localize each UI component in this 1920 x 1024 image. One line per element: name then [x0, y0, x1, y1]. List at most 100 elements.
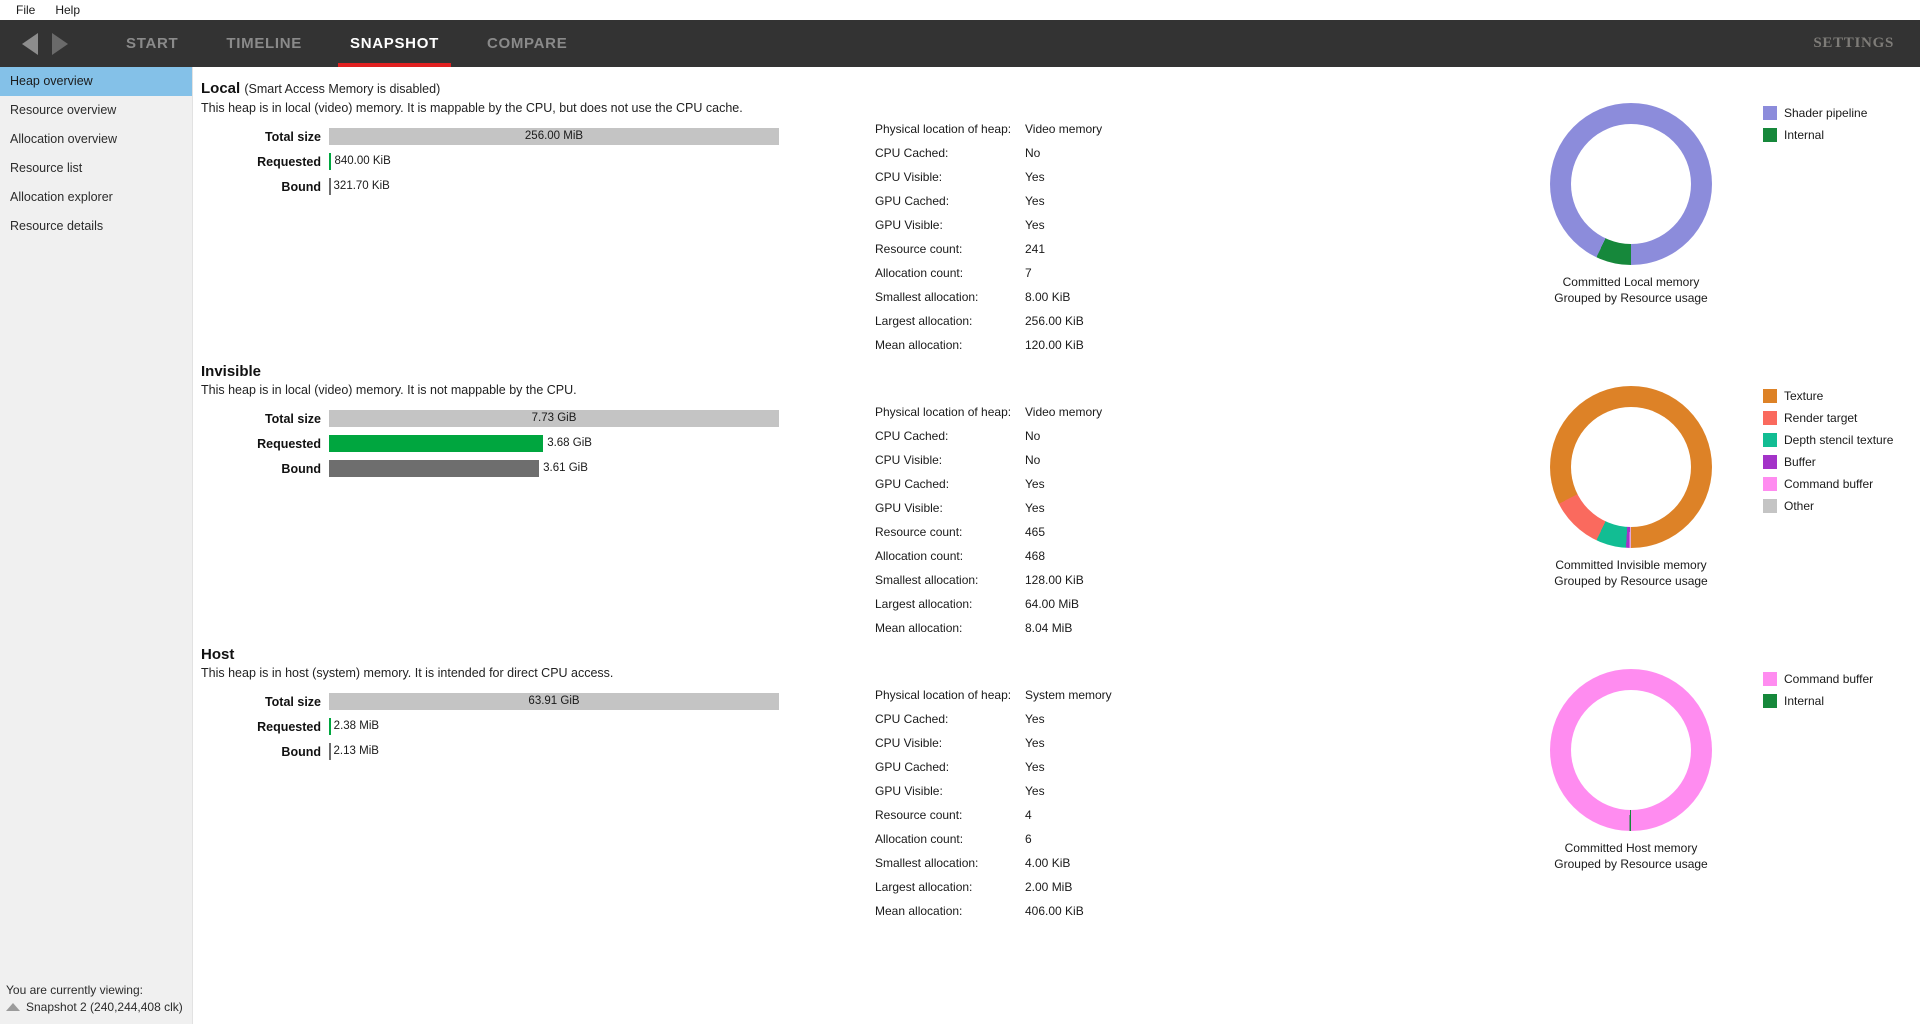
- bar-label-bound: Bound: [281, 461, 321, 476]
- property-value: System memory: [1025, 688, 1112, 702]
- property-row: GPU Cached: Yes: [875, 755, 1112, 779]
- legend-swatch-icon: [1763, 499, 1777, 513]
- bar-value-requested: 840.00 KiB: [334, 155, 391, 167]
- settings-button[interactable]: SETTINGS: [1813, 35, 1894, 52]
- bar-track-bound: 2.13 MiB: [329, 743, 779, 760]
- heap-local-summary: Local (Smart Access Memory is disabled) …: [201, 79, 821, 203]
- property-value: Yes: [1025, 194, 1045, 208]
- property-row: Allocation count: 468: [875, 544, 1102, 568]
- sidebar-footer: You are currently viewing: Snapshot 2 (2…: [0, 983, 191, 1024]
- property-row: Resource count: 465: [875, 520, 1102, 544]
- property-value: 8.04 MiB: [1025, 621, 1073, 635]
- sidebar-item-allocation-overview[interactable]: Allocation overview: [0, 125, 192, 154]
- heap-invisible-donut-chart: Committed Invisible memory Grouped by Re…: [1531, 386, 1731, 589]
- tab-snapshot[interactable]: SNAPSHOT: [326, 20, 463, 67]
- property-row: CPU Cached: Yes: [875, 707, 1112, 731]
- property-key: Physical location of heap:: [875, 122, 1012, 136]
- sidebar-list: Heap overview Resource overview Allocati…: [0, 67, 192, 241]
- legend-item: Command buffer: [1763, 668, 1873, 690]
- property-row: Largest allocation: 256.00 KiB: [875, 309, 1102, 333]
- donut-ring: [1550, 669, 1712, 831]
- property-key: Resource count:: [875, 242, 963, 256]
- legend-label: Shader pipeline: [1784, 106, 1868, 120]
- bar-value-bound: 3.61 GiB: [543, 462, 588, 474]
- heap-local-title-text: Local: [201, 80, 241, 97]
- property-row: Physical location of heap: Video memory: [875, 400, 1102, 424]
- property-row: GPU Cached: Yes: [875, 472, 1102, 496]
- heap-host-title: Host: [201, 645, 821, 664]
- bar-label-total: Total size: [264, 694, 321, 709]
- sidebar-item-allocation-explorer[interactable]: Allocation explorer: [0, 183, 192, 212]
- tab-compare[interactable]: COMPARE: [463, 20, 591, 67]
- top-navigation-bar: START TIMELINE SNAPSHOT COMPARE SETTINGS: [0, 20, 1920, 67]
- bar-track-requested: 3.68 GiB: [329, 435, 779, 452]
- main-tabs: START TIMELINE SNAPSHOT COMPARE: [102, 20, 591, 67]
- arrow-right-icon[interactable]: [52, 32, 68, 55]
- heap-host-summary: Host This heap is in host (system) memor…: [201, 645, 821, 768]
- heap-host-bar-bound: Bound 2.13 MiB: [201, 743, 821, 760]
- property-row: GPU Visible: Yes: [875, 779, 1112, 803]
- bar-fill-bound: [329, 460, 540, 477]
- tab-start[interactable]: START: [102, 20, 202, 67]
- legend-swatch-icon: [1763, 411, 1777, 425]
- property-key: Mean allocation:: [875, 904, 963, 918]
- legend-item: Shader pipeline: [1763, 102, 1867, 124]
- property-row: CPU Visible: Yes: [875, 731, 1112, 755]
- property-value: No: [1025, 146, 1041, 160]
- property-key: CPU Cached:: [875, 146, 949, 160]
- property-value: 406.00 KiB: [1025, 904, 1084, 918]
- heap-invisible-bar-total: Total size 7.73 GiB: [201, 410, 821, 427]
- sidebar-item-resource-list[interactable]: Resource list: [0, 154, 192, 183]
- property-value: Yes: [1025, 712, 1045, 726]
- property-value: Video memory: [1025, 405, 1103, 419]
- heap-host-title-text: Host: [201, 646, 235, 663]
- donut-caption: Committed Host memory Grouped by Resourc…: [1531, 840, 1731, 872]
- property-key: Smallest allocation:: [875, 856, 979, 870]
- tab-timeline[interactable]: TIMELINE: [202, 20, 326, 67]
- property-key: GPU Cached:: [875, 194, 950, 208]
- property-row: Allocation count: 6: [875, 827, 1112, 851]
- currently-viewing-label: You are currently viewing:: [6, 983, 143, 997]
- legend-label: Render target: [1784, 411, 1858, 425]
- bar-track-requested: 2.38 MiB: [329, 718, 779, 735]
- sidebar-item-heap-overview[interactable]: Heap overview: [0, 67, 192, 96]
- heap-invisible-description: This heap is in local (video) memory. It…: [201, 383, 577, 397]
- property-value: Yes: [1025, 170, 1045, 184]
- bar-label-bound: Bound: [281, 179, 321, 194]
- property-row: GPU Cached: Yes: [875, 189, 1102, 213]
- menu-item-file[interactable]: File: [6, 0, 45, 20]
- heap-local-bar-total: Total size 256.00 MiB: [201, 128, 821, 145]
- sidebar-item-resource-overview[interactable]: Resource overview: [0, 96, 192, 125]
- sidebar-item-resource-details[interactable]: Resource details: [0, 212, 192, 241]
- property-value: No: [1025, 453, 1041, 467]
- arrow-left-icon[interactable]: [22, 32, 38, 55]
- property-value: 4.00 KiB: [1025, 856, 1071, 870]
- menu-item-help[interactable]: Help: [45, 0, 90, 20]
- property-key: GPU Visible:: [875, 218, 943, 232]
- legend-item: Other: [1763, 495, 1893, 517]
- property-key: GPU Visible:: [875, 501, 943, 515]
- heap-host-bar-requested: Requested 2.38 MiB: [201, 718, 821, 735]
- property-key: CPU Cached:: [875, 712, 949, 726]
- legend-label: Internal: [1784, 694, 1825, 708]
- property-key: Allocation count:: [875, 549, 964, 563]
- property-value: 8.00 KiB: [1025, 290, 1071, 304]
- heap-local-legend: Shader pipeline Internal: [1763, 102, 1867, 146]
- legend-item: Internal: [1763, 690, 1873, 712]
- heap-local-bar-bound: Bound 321.70 KiB: [201, 178, 821, 195]
- property-value: Yes: [1025, 784, 1045, 798]
- property-key: Allocation count:: [875, 832, 964, 846]
- property-key: Smallest allocation:: [875, 573, 979, 587]
- legend-item: Depth stencil texture: [1763, 429, 1893, 451]
- heap-invisible-title-text: Invisible: [201, 363, 262, 380]
- property-key: Largest allocation:: [875, 597, 973, 611]
- heap-host-properties: Physical location of heap: System memory …: [875, 683, 1112, 923]
- property-value: 256.00 KiB: [1025, 314, 1084, 328]
- bar-track-bound: 321.70 KiB: [329, 178, 779, 195]
- snapshot-selector[interactable]: Snapshot 2 (240,244,408 clk): [6, 1000, 191, 1014]
- legend-swatch-icon: [1763, 433, 1777, 447]
- heap-local-bar-requested: Requested 840.00 KiB: [201, 153, 821, 170]
- property-row: GPU Visible: Yes: [875, 496, 1102, 520]
- donut-caption-line1: Committed Host memory: [1564, 841, 1698, 855]
- legend-label: Other: [1784, 499, 1815, 513]
